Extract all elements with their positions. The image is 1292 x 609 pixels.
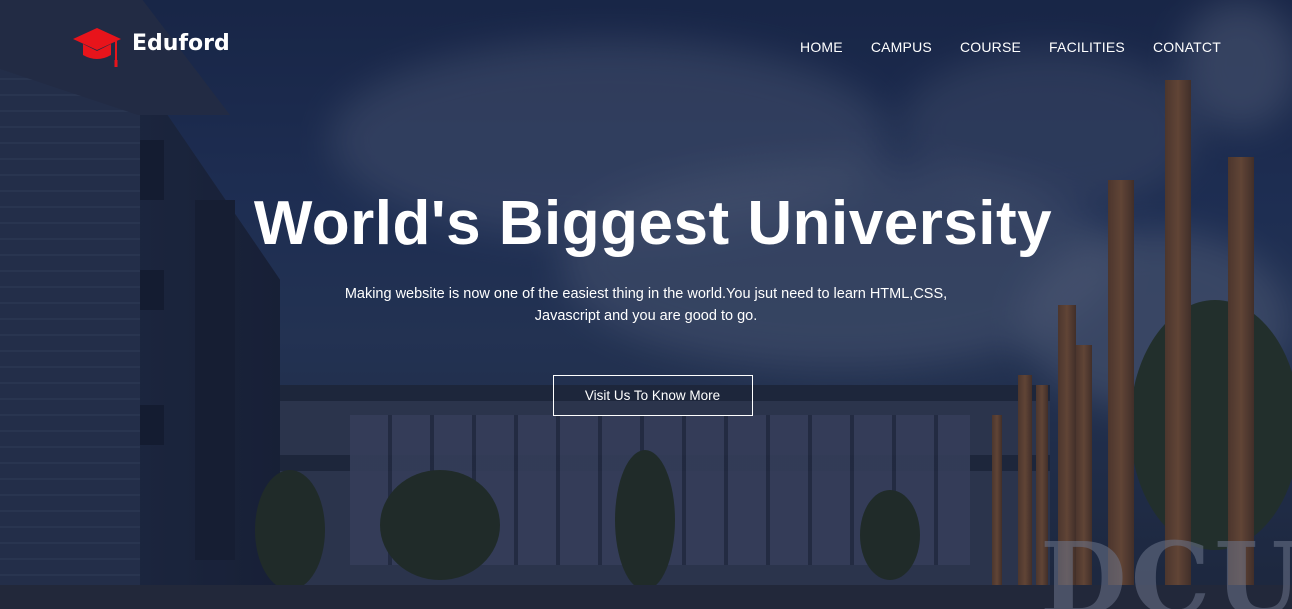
hero-title: World's Biggest University bbox=[253, 189, 1053, 258]
nav-item-facilities[interactable]: FACILITIES bbox=[1049, 39, 1125, 55]
hero-text-box: World's Biggest University Making websit… bbox=[0, 188, 1292, 416]
nav-item-campus[interactable]: CAMPUS bbox=[871, 39, 932, 55]
visit-us-button[interactable]: Visit Us To Know More bbox=[552, 375, 753, 416]
nav-item-contact[interactable]: CONATCT bbox=[1153, 39, 1221, 55]
graduation-cap-icon bbox=[73, 28, 121, 67]
nav-item-home[interactable]: HOME bbox=[800, 39, 843, 55]
hero-subtitle: Making website is now one of the easiest… bbox=[344, 286, 948, 324]
brand-logo[interactable]: Eduford bbox=[72, 26, 230, 68]
nav-menu: HOME CAMPUS COURSE FACILITIES CONATCT bbox=[772, 39, 1221, 57]
navbar: Eduford HOME CAMPUS COURSE FACILITIES CO… bbox=[0, 0, 1292, 95]
brand-name: Eduford bbox=[132, 30, 230, 56]
hero-section: DCU Eduford HOME CAMPUS COURSE FACILITIE… bbox=[0, 0, 1292, 609]
nav-item-course[interactable]: COURSE bbox=[960, 39, 1021, 55]
